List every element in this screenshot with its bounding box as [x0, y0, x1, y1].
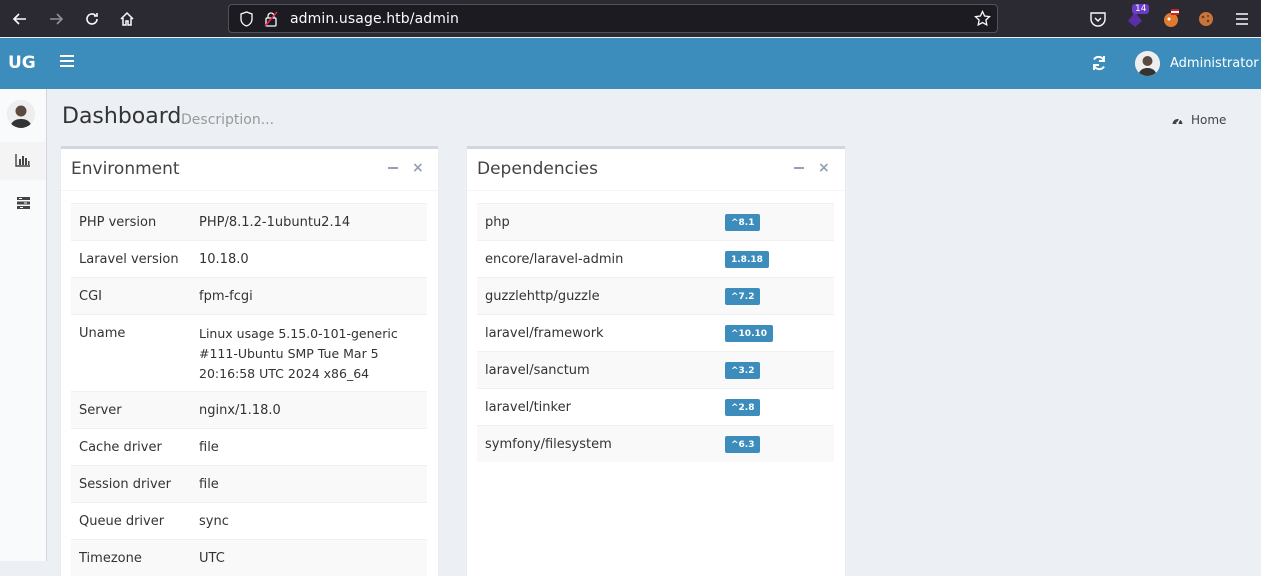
table-row: Queue driver sync: [71, 502, 427, 539]
package-name: php: [485, 215, 510, 230]
table-row: Laravel version 10.18.0: [71, 240, 427, 277]
row-value: file: [199, 440, 219, 455]
back-icon[interactable]: [9, 8, 31, 30]
row-value: Linux usage 5.15.0-101-generic #111-Ubun…: [199, 326, 398, 381]
page-title: Dashboard: [62, 104, 182, 129]
table-row: php ^8.1: [477, 203, 834, 240]
shield-icon[interactable]: [239, 11, 254, 31]
environment-table: PHP version PHP/8.1.2-1ubuntu2.14 Larave…: [71, 203, 427, 576]
version-badge: ^2.8: [725, 399, 761, 416]
table-row: laravel/framework ^10.10: [477, 314, 834, 351]
breadcrumb-home[interactable]: Home: [1191, 113, 1226, 127]
extension-icon[interactable]: [1160, 8, 1182, 30]
row-value: UTC: [199, 551, 225, 566]
table-row: Server nginx/1.18.0: [71, 391, 427, 428]
home-icon[interactable]: [116, 8, 138, 30]
sidebar-toggle-icon[interactable]: [60, 55, 74, 69]
row-value: file: [199, 477, 219, 492]
row-key: Queue driver: [79, 514, 165, 529]
table-row: encore/laravel-admin 1.8.18: [477, 240, 834, 277]
page-description: Description...: [181, 112, 275, 128]
sidebar: [0, 89, 47, 561]
table-row: Cache driver file: [71, 428, 427, 465]
reload-icon[interactable]: [81, 8, 103, 30]
user-name[interactable]: Administrator: [1170, 56, 1259, 71]
row-key: Cache driver: [79, 440, 162, 455]
row-value: sync: [199, 514, 229, 529]
user-avatar[interactable]: [1135, 51, 1160, 76]
table-row: guzzlehttp/guzzle ^7.2: [477, 277, 834, 314]
row-key: CGI: [79, 289, 102, 304]
version-badge: ^8.1: [725, 214, 761, 231]
sidebar-item-dashboard[interactable]: [0, 142, 46, 180]
dependencies-title: Dependencies: [477, 159, 598, 179]
table-row: laravel/sanctum ^3.2: [477, 351, 834, 388]
close-icon[interactable]: ×: [818, 160, 830, 176]
table-row: Uname Linux usage 5.15.0-101-generic #11…: [71, 314, 427, 391]
pocket-icon[interactable]: [1087, 8, 1109, 30]
lock-warning-icon[interactable]: [264, 11, 278, 31]
address-bar[interactable]: admin.usage.htb/admin: [228, 4, 998, 33]
app-header: UG Administrator: [0, 38, 1261, 89]
box-header: Dependencies ×: [467, 149, 845, 191]
notification-count: 14: [1132, 4, 1150, 14]
refresh-icon[interactable]: [1090, 54, 1108, 72]
dependencies-box: Dependencies × php ^8.1 encore/laravel-a…: [467, 146, 845, 576]
version-badge: ^3.2: [725, 362, 761, 379]
cookie-icon[interactable]: [1195, 8, 1217, 30]
close-icon[interactable]: ×: [412, 160, 424, 176]
table-row: Session driver file: [71, 465, 427, 502]
row-key: Laravel version: [79, 252, 179, 267]
bookmark-star-icon[interactable]: [974, 9, 991, 31]
table-row: symfony/filesystem ^6.3: [477, 425, 834, 462]
version-badge: ^7.2: [725, 288, 761, 305]
menu-icon[interactable]: [1231, 8, 1253, 30]
version-badge: 1.8.18: [725, 251, 769, 268]
package-name: symfony/filesystem: [485, 437, 612, 452]
collapse-icon[interactable]: [388, 167, 398, 169]
environment-box: Environment × PHP version PHP/8.1.2-1ubu…: [61, 146, 438, 576]
forward-icon[interactable]: [45, 8, 67, 30]
box-header: Environment ×: [61, 149, 438, 191]
package-name: guzzlehttp/guzzle: [485, 289, 600, 304]
list-settings-icon: [16, 195, 31, 214]
row-key: Server: [79, 403, 122, 418]
breadcrumb[interactable]: Home: [1171, 113, 1226, 127]
package-name: laravel/tinker: [485, 400, 571, 415]
row-value: nginx/1.18.0: [199, 403, 281, 418]
table-row: laravel/tinker ^2.8: [477, 388, 834, 425]
collapse-icon[interactable]: [794, 167, 804, 169]
table-row: Timezone UTC: [71, 539, 427, 576]
sidebar-item-admin[interactable]: [0, 185, 46, 223]
url-text[interactable]: admin.usage.htb/admin: [290, 11, 459, 27]
row-key: Uname: [79, 326, 126, 341]
row-key: PHP version: [79, 215, 157, 230]
bar-chart-icon: [15, 152, 31, 171]
table-row: CGI fpm-fcgi: [71, 277, 427, 314]
app-logo[interactable]: UG: [8, 53, 36, 73]
extension-badge-icon[interactable]: 14: [1124, 4, 1150, 30]
package-name: laravel/sanctum: [485, 363, 590, 378]
row-key: Session driver: [79, 477, 171, 492]
table-row: PHP version PHP/8.1.2-1ubuntu2.14: [71, 203, 427, 240]
sidebar-avatar: [7, 100, 35, 128]
row-value: 10.18.0: [199, 252, 249, 267]
row-key: Timezone: [79, 551, 142, 566]
environment-title: Environment: [71, 159, 180, 179]
row-value: PHP/8.1.2-1ubuntu2.14: [199, 215, 351, 230]
package-name: encore/laravel-admin: [485, 252, 624, 267]
version-badge: ^6.3: [725, 436, 761, 453]
dependencies-table: php ^8.1 encore/laravel-admin 1.8.18 guz…: [477, 203, 834, 462]
dashboard-icon: [1172, 118, 1183, 125]
browser-toolbar: admin.usage.htb/admin 14: [0, 0, 1261, 37]
version-badge: ^10.10: [725, 325, 774, 342]
row-value: fpm-fcgi: [199, 289, 253, 304]
package-name: laravel/framework: [485, 326, 604, 341]
